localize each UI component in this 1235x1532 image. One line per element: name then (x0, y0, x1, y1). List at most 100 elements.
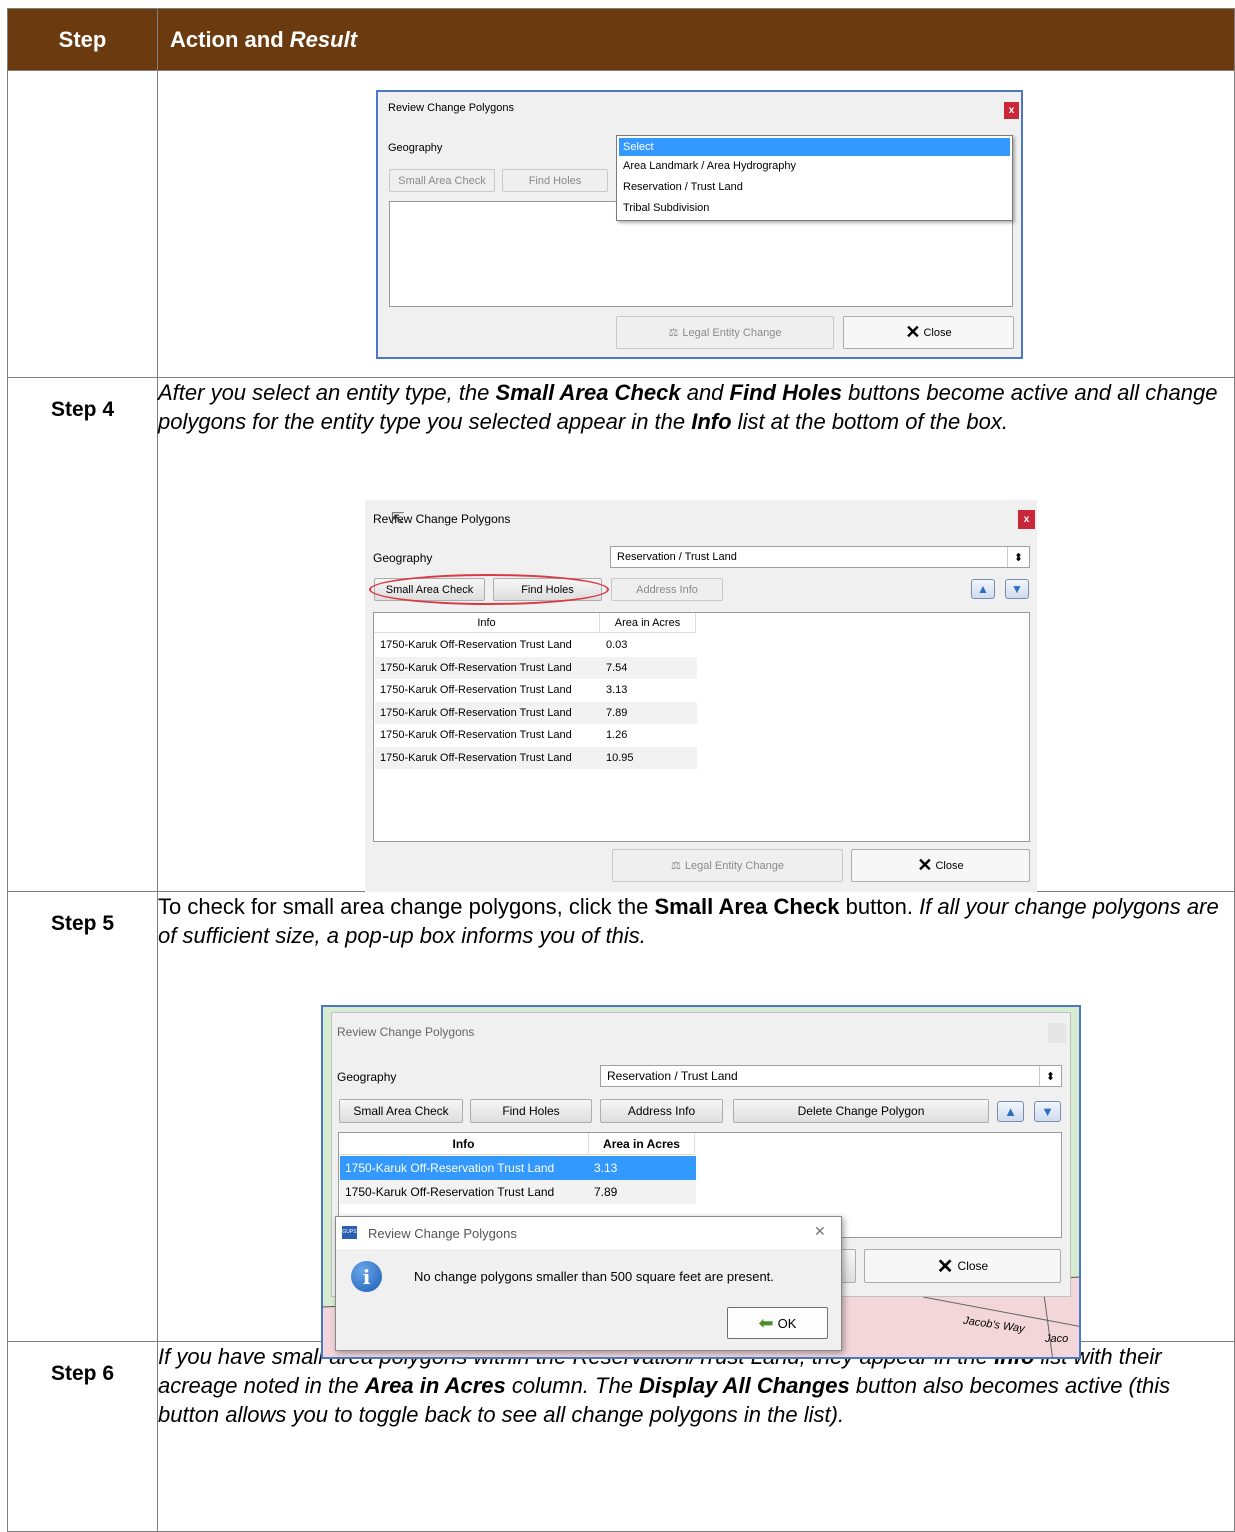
table-row[interactable]: 1750-Karuk Off-Reservation Trust Land 7.5… (375, 656, 697, 679)
map-label-jaco: Jaco (1045, 1333, 1069, 1345)
dialog3-geography-label: Geography (337, 1070, 397, 1084)
dialog2-close-x-button[interactable]: x (1018, 510, 1035, 529)
table-row[interactable]: 1750-Karuk Off-Reservation Trust Land 3.1… (340, 1156, 696, 1180)
step6-label: Step 6 (7, 1341, 158, 1532)
info-icon: i (351, 1261, 382, 1292)
close-button[interactable]: ✕ Close (851, 849, 1030, 882)
down-triangle-icon: ▼ (1041, 1104, 1054, 1119)
header-action-text: Action and (170, 26, 284, 52)
small-area-check-button[interactable]: Small Area Check (389, 169, 495, 192)
dialog1-geography-label: Geography (388, 142, 443, 154)
step5-t1: To check for small area change polygons,… (158, 894, 655, 919)
table-row[interactable]: 1750-Karuk Off-Reservation Trust Land 1.2… (375, 724, 697, 746)
col-header-area: Area in Acres (600, 613, 696, 633)
dialog2-geography-label: Geography (373, 551, 433, 565)
row-info: 1750-Karuk Off-Reservation Trust Land (380, 729, 572, 741)
col-header-info: Info (374, 613, 600, 633)
header-result-text: Result (289, 26, 358, 52)
dropdown-option-select[interactable]: Select (619, 138, 1010, 156)
address-info-button[interactable]: Address Info (600, 1099, 723, 1123)
step6-text: If you have small area polygons within t… (157, 1341, 1235, 1532)
table-row[interactable]: 1750-Karuk Off-Reservation Trust Land 10.… (375, 746, 697, 769)
row-info: 1750-Karuk Off-Reservation Trust Land (345, 1161, 555, 1175)
find-holes-button[interactable]: Find Holes (502, 169, 608, 192)
updown-arrow-icon: ⬍ (1039, 1066, 1061, 1086)
move-up-button[interactable]: ▲ (997, 1101, 1024, 1122)
gups-app-icon: GUPS (342, 1226, 357, 1239)
row-area: 3.13 (606, 684, 628, 696)
popup-window: GUPS Review Change Polygons ✕ i No chang… (335, 1216, 842, 1351)
dropdown-option-tribal-subdivision[interactable]: Tribal Subdivision (623, 202, 709, 214)
step4-b3: Info (691, 409, 732, 434)
popup-titlebar: GUPS Review Change Polygons ✕ (336, 1217, 841, 1249)
table-row[interactable]: 1750-Karuk Off-Reservation Trust Land 0.0… (375, 634, 697, 656)
popup-body: i No change polygons smaller than 500 sq… (336, 1249, 841, 1350)
geography-select[interactable]: Reservation / Trust Land ⬍ (600, 1065, 1062, 1087)
popup-message: No change polygons smaller than 500 squa… (414, 1269, 774, 1284)
step6-t3: column. The (505, 1373, 640, 1398)
popup-title: Review Change Polygons (368, 1226, 517, 1241)
dropdown-option-area-landmark[interactable]: Area Landmark / Area Hydrography (623, 160, 796, 172)
legal-entity-change-label: Legal Entity Change (684, 859, 784, 872)
row-area: 7.89 (606, 706, 628, 719)
find-holes-button[interactable]: Find Holes (470, 1099, 592, 1123)
header-action: Action and Result (157, 8, 1235, 71)
row-info: 1750-Karuk Off-Reservation Trust Land (380, 751, 572, 764)
dialog2-window: Review Change Polygons ⇱ x Geography Res… (365, 500, 1037, 892)
dialog1-title: Review Change Polygons (388, 102, 514, 114)
dialog3-title: Review Change Polygons (337, 1025, 475, 1039)
step5-label: Step 5 (7, 891, 158, 1342)
step4-b2: Find Holes (729, 380, 842, 405)
popup-close-button[interactable]: ✕ (814, 1223, 826, 1240)
table-row[interactable]: 1750-Karuk Off-Reservation Trust Land 3.1… (375, 679, 697, 701)
row-info: 1750-Karuk Off-Reservation Trust Land (380, 661, 572, 674)
mouse-cursor-icon: ⇱ (391, 511, 405, 528)
legal-entity-change-button[interactable]: ⚖ Legal Entity Change (612, 849, 843, 882)
move-up-button[interactable]: ▲ (971, 579, 995, 599)
address-info-button[interactable]: Address Info (611, 578, 723, 601)
row-area: 7.89 (594, 1185, 618, 1199)
ok-label: OK (777, 1315, 797, 1331)
move-down-button[interactable]: ▼ (1005, 579, 1029, 599)
up-triangle-icon: ▲ (977, 582, 989, 596)
empty-step-cell (7, 70, 158, 378)
col-header-info: Info (339, 1133, 589, 1155)
close-x-icon: ✕ (936, 1255, 954, 1278)
row-info: 1750-Karuk Off-Reservation Trust Land (380, 639, 572, 651)
close-button[interactable]: ✕ Close (864, 1249, 1061, 1283)
step6-b2: Area in Acres (364, 1373, 506, 1398)
geography-dropdown-list[interactable]: Select Area Landmark / Area Hydrography … (616, 135, 1013, 221)
dropdown-option-reservation[interactable]: Reservation / Trust Land (623, 181, 743, 193)
step4-b1: Small Area Check (495, 380, 681, 405)
updown-arrow-icon: ⬍ (1007, 547, 1029, 567)
dialog3-frame: Jacob's Way Jaco Review Change Polygons … (321, 1005, 1081, 1359)
dialog3-close-x-button[interactable] (1048, 1023, 1066, 1043)
ok-button[interactable]: ⬅ OK (727, 1307, 828, 1339)
close-x-icon: ✕ (917, 855, 933, 875)
legal-entity-change-button[interactable]: ⚖ Legal Entity Change (616, 316, 834, 349)
row-info: 1750-Karuk Off-Reservation Trust Land (345, 1185, 555, 1199)
move-down-button[interactable]: ▼ (1034, 1101, 1061, 1122)
up-triangle-icon: ▲ (1004, 1104, 1017, 1119)
highlight-ellipse (369, 574, 609, 605)
table-row[interactable]: 1750-Karuk Off-Reservation Trust Land 7.8… (340, 1180, 696, 1204)
geography-select-value: Reservation / Trust Land (617, 551, 737, 563)
row-info: 1750-Karuk Off-Reservation Trust Land (380, 706, 572, 719)
close-label: Close (935, 859, 964, 872)
delete-change-polygon-button[interactable]: Delete Change Polygon (733, 1099, 989, 1123)
dialog1-close-x-button[interactable]: x (1004, 102, 1019, 119)
step4-label: Step 4 (7, 377, 158, 892)
col-header-area: Area in Acres (589, 1133, 695, 1155)
row-step6: Step 6 If you have small area polygons w… (7, 1341, 1235, 1532)
row-info: 1750-Karuk Off-Reservation Trust Land (380, 684, 572, 696)
geography-select[interactable]: Reservation / Trust Land ⬍ (610, 546, 1030, 568)
close-button[interactable]: ✕ Close (843, 316, 1014, 349)
row-area: 7.54 (606, 661, 628, 674)
dialog1-window: Review Change Polygons x Geography Small… (376, 90, 1023, 359)
info-list[interactable]: Info Area in Acres 1750-Karuk Off-Reserv… (373, 612, 1030, 842)
legal-entity-change-label: Legal Entity Change (682, 326, 782, 339)
close-label: Close (957, 1259, 989, 1273)
step4-t4: list at the bottom of the box. (731, 409, 1008, 434)
table-row[interactable]: 1750-Karuk Off-Reservation Trust Land 7.8… (375, 701, 697, 724)
small-area-check-button[interactable]: Small Area Check (339, 1099, 463, 1123)
